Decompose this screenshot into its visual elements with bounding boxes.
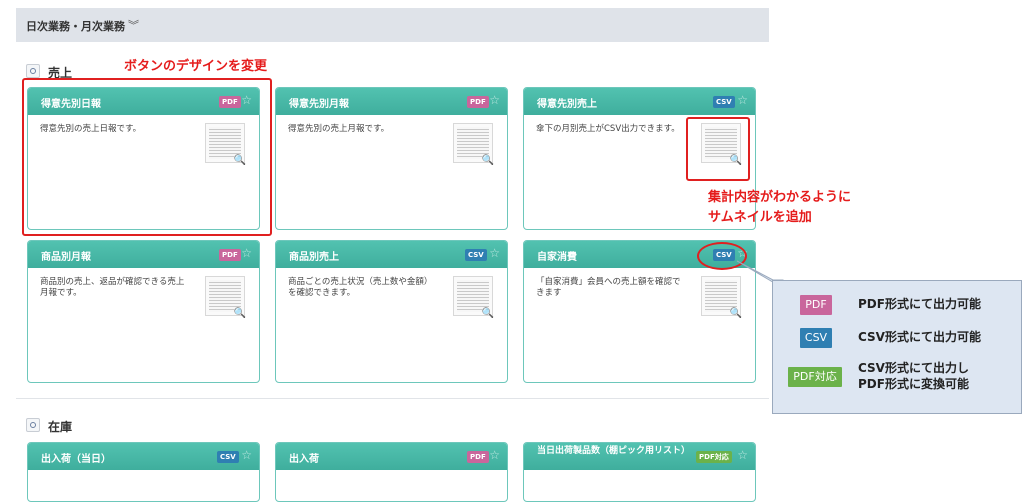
pdf-badge: PDF xyxy=(467,451,489,463)
legend-convert-line1: CSV形式にて出力し xyxy=(858,361,969,375)
legend-pdf-text: PDF形式にて出力可能 xyxy=(858,297,981,311)
pdf-badge: PDF xyxy=(467,96,489,108)
card-description: 商品ごとの売上状況（売上数や金額）を確認できます。 xyxy=(288,277,433,298)
magnifier-icon[interactable]: 🔍 xyxy=(482,308,494,319)
csv-badge: CSV xyxy=(465,249,487,261)
card-header: 出入荷（当日） CSV ☆ xyxy=(28,443,259,470)
magnifier-icon[interactable]: 🔍 xyxy=(482,155,494,166)
annotation-highlight-box xyxy=(22,78,272,236)
card-header: 得意先別月報 PDF ☆ xyxy=(276,88,507,115)
card-header: 当日出荷製品数（棚ピック用リスト） PDF対応 ☆ xyxy=(524,443,755,470)
card-description: 傘下の月別売上がCSV出力できます。 xyxy=(536,124,680,134)
thumbnail[interactable]: 🔍 xyxy=(205,276,246,319)
legend-pdf-convert-badge: PDF対応 xyxy=(788,367,842,387)
csv-badge: CSV xyxy=(217,451,239,463)
csv-badge: CSV xyxy=(713,96,735,108)
star-icon[interactable]: ☆ xyxy=(737,93,748,107)
legend-pdf-badge: PDF xyxy=(800,295,832,315)
star-icon[interactable]: ☆ xyxy=(489,246,500,260)
magnifier-icon[interactable]: 🔍 xyxy=(730,308,742,319)
badge-legend: PDF PDF形式にて出力可能 CSV CSV形式にて出力可能 PDF対応 CS… xyxy=(772,280,1022,414)
pdf-badge: PDF xyxy=(219,249,241,261)
card-title: 商品別月報 xyxy=(41,252,91,263)
report-card[interactable]: 出入荷（当日） CSV ☆ xyxy=(27,442,260,502)
card-description: 「自家消費」会員への売上額を確認できます xyxy=(536,277,681,298)
section-bullet-icon xyxy=(26,418,40,432)
section-inventory: 在庫 出入荷（当日） CSV ☆ 出入荷 PDF ☆ 当日出荷製品数（棚ピック用… xyxy=(16,399,769,502)
report-card[interactable]: 当日出荷製品数（棚ピック用リスト） PDF対応 ☆ xyxy=(523,442,756,502)
star-icon[interactable]: ☆ xyxy=(737,448,748,462)
report-card[interactable]: 出入荷 PDF ☆ xyxy=(275,442,508,502)
legend-csv-text: CSV形式にて出力可能 xyxy=(858,330,981,344)
section-title: 在庫 xyxy=(48,420,73,434)
report-card[interactable]: 商品別売上 CSV ☆ 商品ごとの売上状況（売上数や金額）を確認できます。 🔍 xyxy=(275,240,508,383)
thumbnail[interactable]: 🔍 xyxy=(453,123,494,166)
magnifier-icon[interactable]: 🔍 xyxy=(234,308,246,319)
page-title: 日次業務・月次業務 xyxy=(26,20,125,33)
card-title: 得意先別売上 xyxy=(537,99,597,110)
card-title: 当日出荷製品数（棚ピック用リスト） xyxy=(537,446,691,456)
star-icon[interactable]: ☆ xyxy=(489,93,500,107)
card-description: 得意先別の売上月報です。 xyxy=(288,124,390,134)
star-icon[interactable]: ☆ xyxy=(489,448,500,462)
double-chevron-down-icon[interactable]: ︾ xyxy=(128,17,139,33)
annotation-thumbnail-line2: サムネイルを追加 xyxy=(708,210,812,225)
legend-csv-badge: CSV xyxy=(800,328,832,348)
section-bullet-icon xyxy=(26,64,40,78)
annotation-thumbnail-box xyxy=(686,117,750,181)
card-title: 得意先別月報 xyxy=(289,99,349,110)
card-header: 商品別月報 PDF ☆ xyxy=(28,241,259,268)
star-icon[interactable]: ☆ xyxy=(241,448,252,462)
card-title: 出入荷（当日） xyxy=(41,454,111,465)
card-title: 出入荷 xyxy=(289,454,319,465)
annotation-button-design: ボタンのデザインを変更 xyxy=(124,59,268,74)
header-bar[interactable]: 日次業務・月次業務 ︾ xyxy=(16,8,769,42)
card-description: 商品別の売上、返品が確認できる売上月報です。 xyxy=(40,277,185,298)
legend-convert-line2: PDF形式に変換可能 xyxy=(858,377,969,391)
card-title: 自家消費 xyxy=(537,252,577,263)
card-header: 商品別売上 CSV ☆ xyxy=(276,241,507,268)
card-header: 得意先別売上 CSV ☆ xyxy=(524,88,755,115)
pdf-convert-badge: PDF対応 xyxy=(696,451,732,463)
card-title: 商品別売上 xyxy=(289,252,339,263)
card-header: 出入荷 PDF ☆ xyxy=(276,443,507,470)
thumbnail[interactable]: 🔍 xyxy=(453,276,494,319)
report-card[interactable]: 得意先別月報 PDF ☆ 得意先別の売上月報です。 🔍 xyxy=(275,87,508,230)
report-card[interactable]: 商品別月報 PDF ☆ 商品別の売上、返品が確認できる売上月報です。 🔍 xyxy=(27,240,260,383)
star-icon[interactable]: ☆ xyxy=(241,246,252,260)
annotation-thumbnail-line1: 集計内容がわかるように xyxy=(708,190,852,205)
